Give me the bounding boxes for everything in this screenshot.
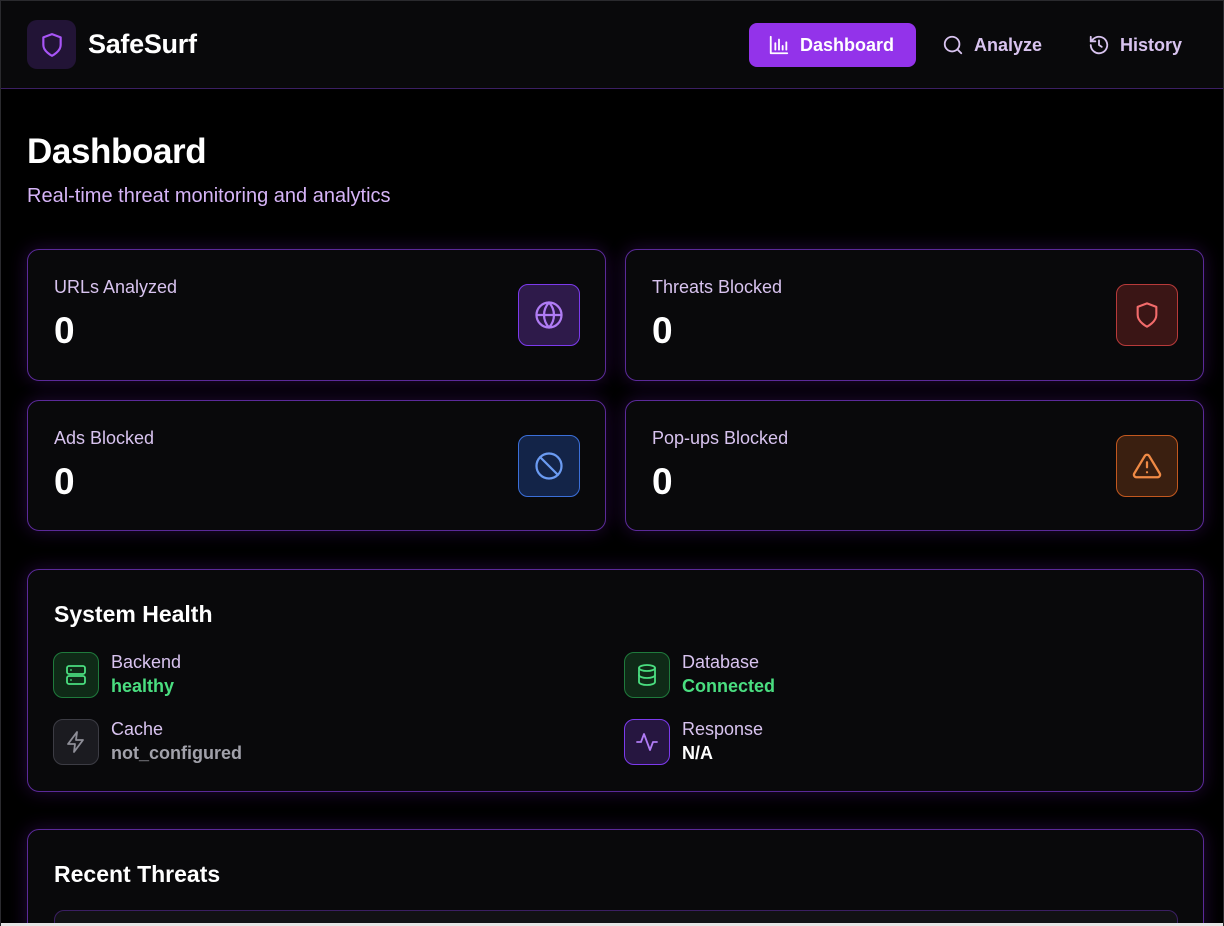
page-title: Dashboard [27, 132, 207, 171]
stat-card-urls-analyzed: URLs Analyzed 0 [27, 249, 606, 381]
zap-icon [67, 731, 84, 753]
stat-value: 0 [54, 461, 75, 502]
health-label: Backend [111, 652, 182, 672]
nav-analyze-button[interactable]: Analyze [923, 23, 1061, 67]
globe-icon [535, 301, 563, 329]
nav-analyze-label: Analyze [974, 34, 1043, 55]
health-item-cache: Cache not_configured [53, 718, 242, 766]
health-status: healthy [111, 676, 175, 696]
server-icon [66, 665, 86, 685]
stat-label: URLs Analyzed [54, 277, 178, 297]
database-icon [638, 664, 656, 686]
health-item-response: Response N/A [624, 718, 763, 766]
health-status: N/A [682, 743, 713, 763]
recent-threats-panel: Recent Threats [27, 829, 1204, 926]
stat-label: Pop-ups Blocked [652, 428, 789, 448]
nav-dashboard-label: Dashboard [800, 34, 895, 55]
activity-icon [636, 733, 658, 751]
stat-value: 0 [652, 461, 673, 502]
brand-name[interactable]: SafeSurf [88, 29, 197, 60]
health-label: Database [682, 652, 760, 672]
section-title: System Health [54, 601, 213, 627]
stat-icon-box [518, 435, 580, 497]
health-icon-box [53, 652, 99, 698]
alert-triangle-icon [1132, 453, 1162, 479]
stat-label: Ads Blocked [54, 428, 155, 448]
section-title: Recent Threats [54, 861, 221, 887]
shield-icon [1136, 302, 1158, 328]
system-health-panel: System Health Backend healthy Database C… [27, 569, 1204, 792]
stat-value: 0 [652, 310, 673, 351]
stat-icon-box [518, 284, 580, 346]
stat-card-threats-blocked: Threats Blocked 0 [625, 249, 1204, 381]
stat-card-popups-blocked: Pop-ups Blocked 0 [625, 400, 1204, 531]
logo[interactable] [27, 20, 76, 69]
health-item-database: Database Connected [624, 651, 775, 699]
nav-history-label: History [1120, 34, 1183, 55]
stat-icon-box [1116, 435, 1178, 497]
app-window: SafeSurf Dashboard Analyze History Dashb… [0, 0, 1224, 926]
bar-chart-icon [769, 35, 789, 55]
health-icon-box [624, 652, 670, 698]
stat-label: Threats Blocked [652, 277, 783, 297]
history-icon [1089, 35, 1109, 55]
health-item-backend: Backend healthy [53, 651, 181, 699]
stat-value: 0 [54, 310, 75, 351]
ban-icon [535, 452, 563, 480]
page-subtitle: Real-time threat monitoring and analytic… [27, 185, 391, 207]
stat-card-ads-blocked: Ads Blocked 0 [27, 400, 606, 531]
nav-dashboard-button[interactable]: Dashboard [749, 23, 916, 67]
shield-logo-icon [41, 32, 62, 57]
health-status: Connected [682, 676, 776, 696]
health-icon-box [624, 719, 670, 765]
search-icon [943, 35, 963, 55]
health-status: not_configured [111, 743, 242, 763]
stat-icon-box [1116, 284, 1178, 346]
health-icon-box [53, 719, 99, 765]
health-label: Response [682, 719, 764, 739]
health-label: Cache [111, 719, 164, 739]
top-navbar: SafeSurf Dashboard Analyze History [1, 1, 1223, 89]
nav-history-button[interactable]: History [1069, 23, 1201, 67]
